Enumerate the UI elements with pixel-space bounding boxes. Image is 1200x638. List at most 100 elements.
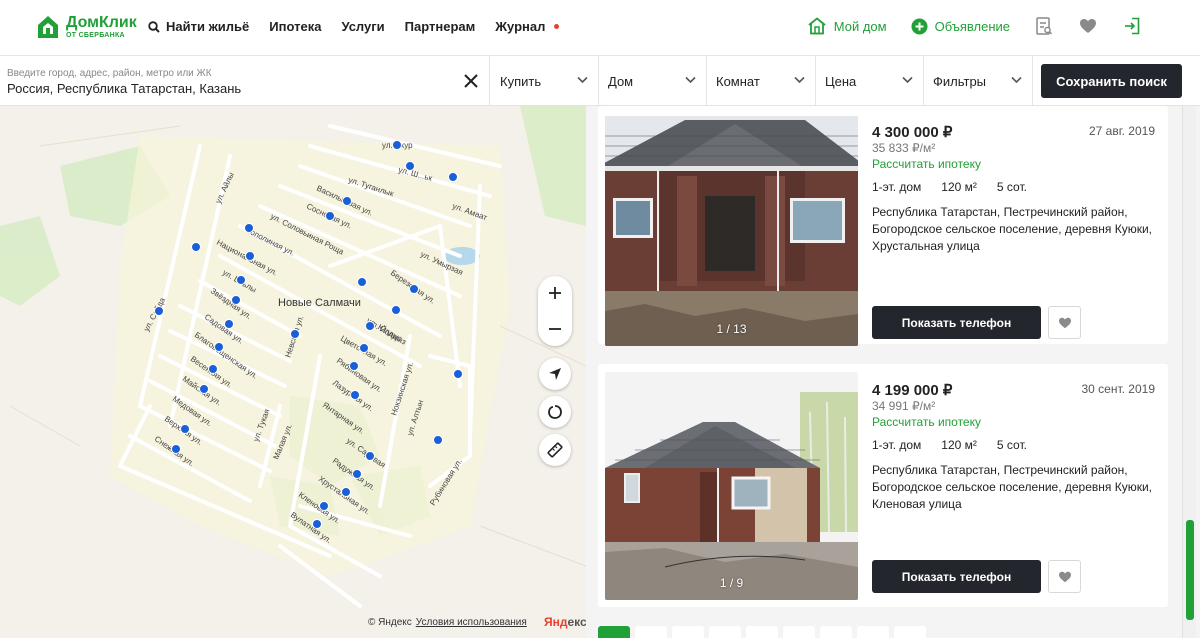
listing-marker[interactable] — [231, 295, 241, 305]
my-home-label: Мой дом — [833, 18, 887, 34]
page-button[interactable] — [783, 626, 815, 638]
listing-marker[interactable] — [433, 435, 443, 445]
listing-marker[interactable] — [244, 223, 254, 233]
spec-area: 120 м² — [941, 438, 977, 452]
nav-mortgage[interactable]: Ипотека — [269, 19, 321, 34]
chevron-down-icon — [1011, 76, 1022, 84]
location-search-input[interactable]: Введите город, адрес, район, метро или Ж… — [0, 56, 490, 106]
page-button[interactable] — [857, 626, 889, 638]
my-home-link[interactable]: Мой дом — [807, 17, 887, 35]
listing-address: Республика Татарстан, Пестречинский райо… — [872, 463, 1153, 511]
listing-marker[interactable] — [350, 390, 360, 400]
listing-marker[interactable] — [405, 161, 415, 171]
listing-card[interactable]: 1 / 13 4 300 000 ₽ 35 833 ₽/м² Рассчитат… — [598, 106, 1168, 346]
zoom-control — [538, 276, 572, 346]
compare-icon[interactable] — [1034, 16, 1054, 36]
logo[interactable]: ДомКлик ОТ СБЕРБАНКА — [36, 14, 137, 40]
listing-marker[interactable] — [365, 321, 375, 331]
listing-photo[interactable]: 1 / 13 — [605, 116, 858, 346]
zoom-out-icon[interactable] — [538, 312, 572, 346]
heart-icon[interactable] — [1078, 16, 1098, 36]
listing-card[interactable]: 1 / 9 4 199 000 ₽ 34 991 ₽/м² Рассчитать… — [598, 364, 1168, 607]
photo-counter: 1 / 9 — [719, 576, 744, 590]
listing-marker[interactable] — [290, 329, 300, 339]
listing-marker[interactable] — [357, 277, 367, 287]
price-select[interactable]: Цена — [816, 56, 924, 106]
listing-marker[interactable] — [409, 284, 419, 294]
home-icon — [808, 17, 826, 35]
map-panel[interactable]: Новые Салмачи ул. Ахур ул. Ш...ьк ул. Ту… — [0, 106, 586, 638]
listing-marker[interactable] — [312, 519, 322, 529]
map-canvas[interactable]: Новые Салмачи ул. Ахур ул. Ш...ьк ул. Ту… — [0, 106, 586, 638]
listing-marker[interactable] — [214, 342, 224, 352]
listing-marker[interactable] — [359, 343, 369, 353]
photo-counter: 1 / 13 — [716, 322, 747, 336]
listing-marker[interactable] — [171, 444, 181, 454]
plus-circle-icon — [911, 18, 928, 34]
listing-address: Республика Татарстан, Пестречинский райо… — [872, 205, 1153, 253]
show-phone-button[interactable]: Показать телефон — [872, 306, 1041, 339]
page-button[interactable] — [894, 626, 926, 638]
nav-journal[interactable]: Журнал — [495, 19, 560, 34]
listings-panel: 1 / 13 4 300 000 ₽ 35 833 ₽/м² Рассчитат… — [586, 106, 1200, 638]
mortgage-link[interactable]: Рассчитать ипотеку — [872, 157, 981, 171]
listing-marker[interactable] — [236, 275, 246, 285]
page-button[interactable] — [635, 626, 667, 638]
listing-marker[interactable] — [453, 369, 463, 379]
listing-marker[interactable] — [245, 251, 255, 261]
listing-marker[interactable] — [349, 361, 359, 371]
page-button[interactable] — [598, 626, 630, 638]
listing-date: 27 авг. 2019 — [1088, 124, 1155, 138]
ruler-icon[interactable] — [539, 434, 571, 466]
listing-marker[interactable] — [342, 196, 352, 206]
deal-type-select[interactable]: Купить — [491, 56, 599, 106]
page-button[interactable] — [672, 626, 704, 638]
draw-area-icon[interactable] — [539, 396, 571, 428]
listing-marker[interactable] — [180, 424, 190, 434]
spec-land: 5 сот. — [996, 180, 1027, 194]
show-phone-button[interactable]: Показать телефон — [872, 560, 1041, 593]
listing-marker[interactable] — [224, 319, 234, 329]
chevron-down-icon — [577, 76, 588, 84]
nav-services[interactable]: Услуги — [341, 19, 384, 34]
spec-land: 5 сот. — [996, 438, 1027, 452]
listing-marker[interactable] — [191, 242, 201, 252]
geolocation-icon[interactable] — [539, 358, 571, 390]
page-button[interactable] — [746, 626, 778, 638]
listing-photo[interactable]: 1 / 9 — [605, 372, 858, 600]
listing-marker[interactable] — [325, 211, 335, 221]
page-button[interactable] — [820, 626, 852, 638]
yandex-logo[interactable]: Яндекс — [544, 615, 586, 629]
property-type-select[interactable]: Дом — [599, 56, 707, 106]
listing-marker[interactable] — [391, 305, 401, 315]
more-filters-select[interactable]: Фильтры — [924, 56, 1033, 106]
terms-link[interactable]: Условия использования — [416, 617, 527, 628]
new-ad-link[interactable]: Объявление — [911, 18, 1010, 35]
listing-marker[interactable] — [392, 140, 402, 150]
zoom-in-icon[interactable] — [538, 276, 572, 310]
listings-scrollbar[interactable] — [1182, 106, 1196, 638]
search-icon — [148, 20, 160, 33]
favorite-button[interactable] — [1048, 560, 1081, 593]
page-button[interactable] — [709, 626, 741, 638]
mortgage-link[interactable]: Рассчитать ипотеку — [872, 415, 981, 429]
save-search-button[interactable]: Сохранить поиск — [1041, 64, 1182, 98]
spec-floors: 1-эт. дом — [872, 180, 922, 194]
favorite-button[interactable] — [1048, 306, 1081, 339]
nav-journal-label: Журнал — [495, 19, 546, 34]
listing-marker[interactable] — [341, 487, 351, 497]
listing-marker[interactable] — [199, 384, 209, 394]
listing-marker[interactable] — [154, 306, 164, 316]
close-icon[interactable] — [462, 72, 480, 90]
nav-search[interactable]: Найти жильё — [148, 19, 249, 34]
listing-marker[interactable] — [208, 364, 218, 374]
listing-marker[interactable] — [365, 451, 375, 461]
scrollbar-thumb[interactable] — [1186, 520, 1194, 620]
listing-marker[interactable] — [352, 469, 362, 479]
login-icon[interactable] — [1122, 16, 1142, 36]
nav-partners[interactable]: Партнерам — [405, 19, 476, 34]
listing-marker[interactable] — [448, 172, 458, 182]
listing-marker[interactable] — [319, 501, 329, 511]
rooms-select[interactable]: Комнат — [707, 56, 816, 106]
chevron-down-icon — [685, 76, 696, 84]
